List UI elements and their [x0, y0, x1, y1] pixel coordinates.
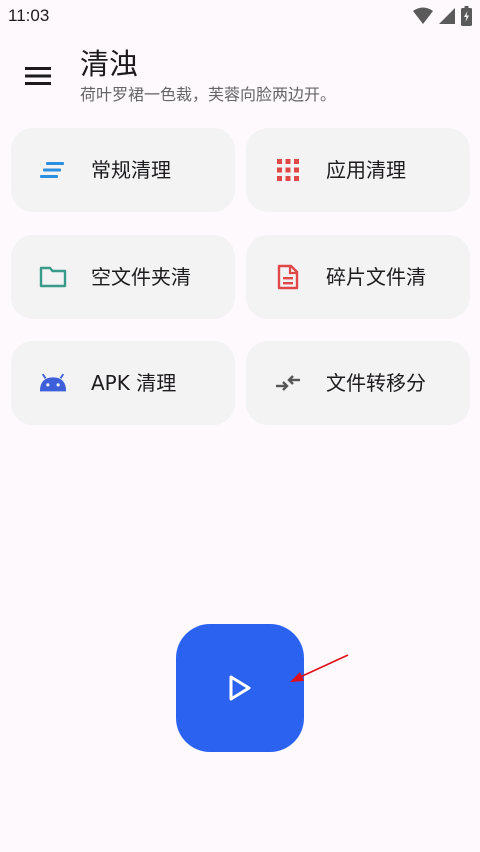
- card-label: 空文件夹清: [91, 265, 191, 289]
- play-icon: [227, 674, 253, 702]
- annotation-arrow: [290, 654, 349, 682]
- card-file-transfer[interactable]: 文件转移分: [246, 341, 470, 425]
- battery-icon: [461, 6, 472, 26]
- app-title: 清浊: [80, 47, 139, 81]
- app-header: 清浊 荷叶罗裙一色裁，芙蓉向脸两边开。: [0, 40, 480, 115]
- card-label: 碎片文件清: [326, 265, 426, 289]
- lines-icon: [39, 156, 67, 184]
- card-label: 文件转移分: [326, 371, 426, 395]
- status-time: 11:03: [8, 6, 50, 25]
- card-app-clean[interactable]: 应用清理: [246, 128, 470, 212]
- status-icons: [413, 6, 472, 26]
- status-bar: 11:03: [0, 0, 480, 34]
- card-label: 常规清理: [91, 158, 171, 182]
- card-fragment-file-clean[interactable]: 碎片文件清: [246, 235, 470, 319]
- wifi-icon: [413, 7, 433, 25]
- folder-icon: [39, 263, 67, 291]
- menu-icon: [25, 66, 51, 86]
- document-icon: [274, 263, 302, 291]
- android-icon: [39, 369, 67, 397]
- card-regular-clean[interactable]: 常规清理: [11, 128, 235, 212]
- card-apk-clean[interactable]: APK 清理: [11, 341, 235, 425]
- compress-arrows-icon: [274, 369, 302, 397]
- card-empty-folder-clean[interactable]: 空文件夹清: [11, 235, 235, 319]
- card-label: APK 清理: [91, 371, 177, 395]
- app-subtitle: 荷叶罗裙一色裁，芙蓉向脸两边开。: [80, 85, 337, 104]
- signal-icon: [438, 7, 456, 25]
- grid-icon: [274, 156, 302, 184]
- menu-button[interactable]: [18, 60, 58, 92]
- card-label: 应用清理: [326, 158, 406, 182]
